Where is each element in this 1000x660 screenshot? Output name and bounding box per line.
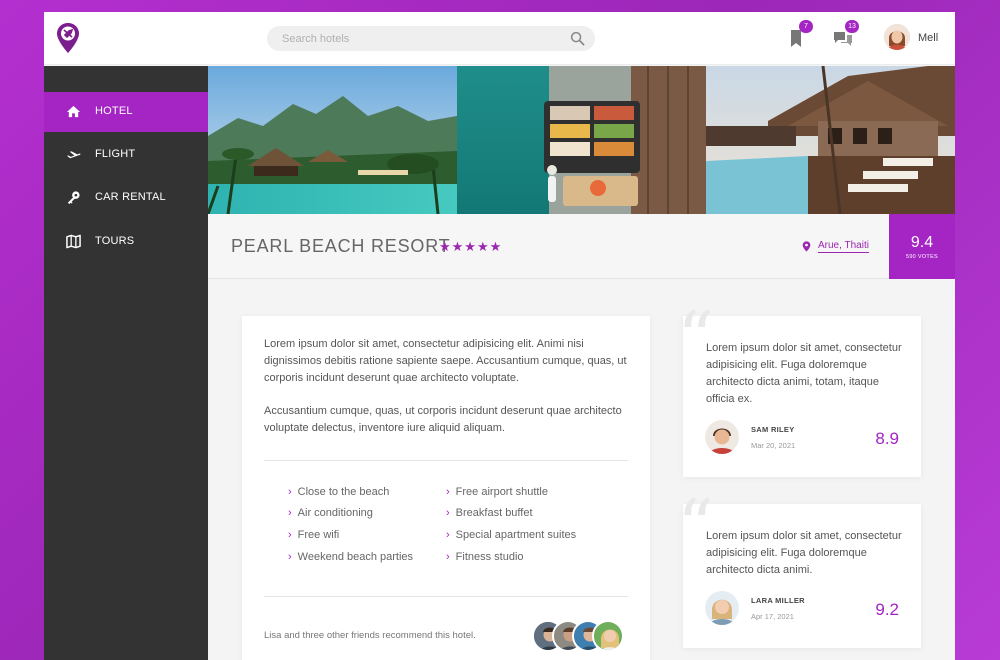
star-rating: ★★★★★ bbox=[439, 239, 503, 254]
sidebar-item-flight[interactable]: FLIGHT bbox=[44, 135, 208, 175]
review-text: Lorem ipsum dolor sit amet, consectetur … bbox=[706, 530, 902, 576]
description-card: Lorem ipsum dolor sit amet, consectetur … bbox=[242, 316, 650, 660]
review-date: Mar 20, 2021 bbox=[751, 441, 796, 450]
review-score: 9.2 bbox=[875, 600, 899, 619]
rating-score: 9.4 bbox=[910, 234, 934, 251]
chevron-right-icon: › bbox=[446, 486, 450, 498]
logo-icon[interactable] bbox=[56, 22, 80, 54]
friend-photo bbox=[594, 622, 622, 650]
bookmarks-button[interactable]: 7 bbox=[785, 20, 813, 50]
divider bbox=[264, 460, 628, 461]
feature-item: › Free wifi bbox=[288, 529, 340, 541]
bookmarks-badge: 7 bbox=[799, 20, 813, 33]
chevron-right-icon: › bbox=[288, 507, 292, 519]
chevron-right-icon: › bbox=[446, 507, 450, 519]
feature-item: › Close to the beach bbox=[288, 486, 390, 498]
review-card: “ Lorem ipsum dolor sit amet, consectetu… bbox=[677, 302, 921, 477]
review-text: Lorem ipsum dolor sit amet, consectetur … bbox=[706, 342, 902, 405]
key-icon bbox=[67, 191, 80, 205]
user-name[interactable]: Mell bbox=[918, 32, 938, 44]
location-text: Arue, Thaiti bbox=[818, 240, 869, 253]
review-score: 8.9 bbox=[875, 429, 899, 448]
location-pin-icon bbox=[802, 241, 811, 252]
sidebar-item-label: FLIGHT bbox=[95, 148, 136, 160]
feature-item: › Fitness studio bbox=[446, 551, 524, 563]
pool-deck-photo[interactable] bbox=[706, 66, 955, 214]
description-paragraph: Accusantium cumque, quas, ut corporis in… bbox=[264, 405, 622, 434]
sidebar: HOTEL FLIGHT CAR RENTAL TOURS bbox=[44, 66, 208, 660]
breakfast-photo[interactable] bbox=[457, 66, 706, 214]
user-avatar[interactable] bbox=[884, 24, 910, 50]
description-paragraph: Lorem ipsum dolor sit amet, consectetur … bbox=[264, 338, 627, 384]
user-photo bbox=[884, 24, 910, 50]
feature-item: › Free airport shuttle bbox=[446, 486, 548, 498]
recommendation-text: Lisa and three other friends recommend t… bbox=[264, 630, 476, 641]
search-icon[interactable] bbox=[570, 31, 585, 46]
search-bar bbox=[267, 26, 595, 51]
sidebar-item-label: CAR RENTAL bbox=[95, 191, 166, 203]
friend-avatar[interactable] bbox=[592, 620, 624, 652]
app-window: 7 13 Mell HOTEL bbox=[44, 12, 955, 660]
reviewer-avatar[interactable] bbox=[705, 420, 739, 454]
sidebar-item-tours[interactable]: TOURS bbox=[44, 222, 208, 262]
reviewer-photo bbox=[705, 591, 739, 625]
map-icon bbox=[66, 234, 81, 249]
reviewer-photo bbox=[705, 420, 739, 454]
messages-badge: 13 bbox=[845, 20, 859, 33]
sidebar-item-label: TOURS bbox=[95, 235, 135, 247]
reviewer-name: SAM RILEY bbox=[751, 425, 795, 434]
chevron-right-icon: › bbox=[446, 529, 450, 541]
review-date: Apr 17, 2021 bbox=[751, 612, 794, 621]
chevron-right-icon: › bbox=[288, 551, 292, 563]
top-bar: 7 13 Mell bbox=[44, 12, 955, 65]
rating-votes: 590 VOTES bbox=[905, 254, 939, 260]
sidebar-item-label: HOTEL bbox=[95, 105, 133, 117]
review-card: “ Lorem ipsum dolor sit amet, consectetu… bbox=[677, 490, 921, 648]
resort-photo[interactable] bbox=[208, 66, 457, 214]
rating-box: 9.4 590 VOTES bbox=[889, 214, 955, 279]
hotel-name: PEARL BEACH RESORT bbox=[231, 236, 451, 256]
divider bbox=[264, 596, 628, 597]
feature-item: › Air conditioning bbox=[288, 507, 373, 519]
feature-item: › Weekend beach parties bbox=[288, 551, 414, 563]
reviewer-name: LARA MILLER bbox=[751, 596, 805, 605]
home-icon bbox=[66, 105, 81, 118]
sidebar-item-car-rental[interactable]: CAR RENTAL bbox=[44, 178, 208, 218]
feature-item: › Breakfast buffet bbox=[446, 507, 533, 519]
chevron-right-icon: › bbox=[288, 529, 292, 541]
reviewer-avatar[interactable] bbox=[705, 591, 739, 625]
chevron-right-icon: › bbox=[288, 486, 292, 498]
photo-gallery bbox=[208, 66, 955, 214]
plane-icon bbox=[66, 151, 81, 159]
messages-button[interactable]: 13 bbox=[831, 20, 859, 50]
feature-item: › Special apartment suites bbox=[446, 529, 577, 541]
chevron-right-icon: › bbox=[446, 551, 450, 563]
search-input[interactable] bbox=[282, 30, 552, 48]
sidebar-item-hotel[interactable]: HOTEL bbox=[44, 92, 208, 132]
hotel-header: PEARL BEACH RESORT ★★★★★ Arue, Thaiti 9.… bbox=[208, 214, 955, 279]
